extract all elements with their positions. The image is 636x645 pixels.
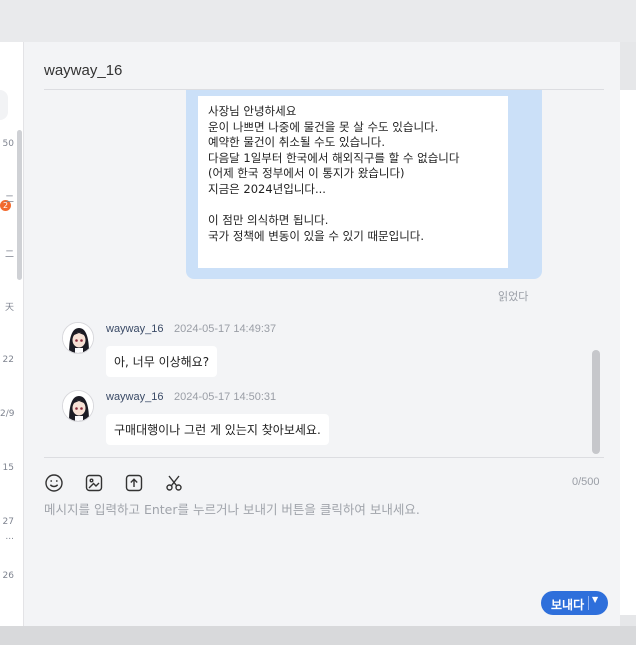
avatar[interactable] bbox=[62, 390, 94, 422]
composer-divider bbox=[44, 457, 604, 458]
list-item-fragment[interactable]: 26 bbox=[0, 571, 14, 581]
outgoing-message-card: 사장님 안녕하세요 운이 나쁘면 나중에 물건을 못 살 수도 있습니다. 예약… bbox=[198, 96, 508, 268]
list-bubble bbox=[0, 90, 8, 120]
scissors-icon[interactable] bbox=[164, 473, 184, 493]
upload-icon[interactable] bbox=[124, 473, 144, 493]
outgoing-message: 사장님 안녕하세요 운이 나쁘면 나중에 물건을 못 살 수도 있습니다. 예약… bbox=[186, 90, 542, 279]
message-line: 다음달 1일부터 한국에서 해외직구를 할 수 없습니다 bbox=[208, 150, 460, 165]
list-item-fragment[interactable]: 天 bbox=[0, 300, 14, 313]
incoming-message-bubble: 구매대행이나 그런 게 있는지 찾아보세요. bbox=[106, 414, 329, 445]
read-status: 읽었다 bbox=[498, 290, 529, 303]
message-line bbox=[208, 198, 498, 214]
conversation-list-strip: 50 2 二 二 天 22 2/9 15 27 ... 26 bbox=[0, 42, 24, 626]
send-button[interactable]: 보내다 ▼ bbox=[541, 591, 608, 615]
chat-title: wayway_16 bbox=[44, 62, 123, 79]
send-button-label: 보내다 bbox=[551, 598, 585, 612]
list-item-fragment[interactable]: 22 bbox=[0, 355, 14, 365]
message-line: (어제 한국 정부에서 이 통지가 왔습니다) bbox=[208, 166, 405, 181]
sender-name: wayway_16 bbox=[106, 391, 164, 403]
chat-window: wayway_16 사장님 안녕하세요 운이 나쁘면 나중에 물건을 못 살 수… bbox=[24, 42, 620, 626]
message-timestamp: 2024-05-17 14:50:31 bbox=[174, 391, 277, 403]
message-line: 운이 나쁘면 나중에 물건을 못 살 수도 있습니다. bbox=[208, 119, 439, 134]
bottom-bar bbox=[0, 626, 636, 645]
list-item-fragment[interactable]: 二 bbox=[0, 192, 14, 205]
avatar[interactable] bbox=[62, 322, 94, 354]
right-panel-edge bbox=[620, 90, 636, 615]
top-bar bbox=[0, 0, 636, 42]
message-line: 예약한 물건이 취소될 수도 있습니다. bbox=[208, 135, 385, 150]
message-timestamp: 2024-05-17 14:49:37 bbox=[174, 323, 277, 335]
list-item-fragment[interactable]: 50 bbox=[0, 139, 14, 149]
image-icon[interactable] bbox=[84, 473, 104, 493]
list-scrollbar[interactable] bbox=[17, 130, 22, 280]
list-item-fragment[interactable]: 二 bbox=[0, 247, 14, 260]
list-item-fragment[interactable]: 15 bbox=[0, 463, 14, 473]
list-item-fragment[interactable]: ... bbox=[0, 532, 14, 542]
message-list[interactable]: 사장님 안녕하세요 운이 나쁘면 나중에 물건을 못 살 수도 있습니다. 예약… bbox=[24, 90, 620, 457]
send-button-separator bbox=[588, 596, 589, 610]
message-line: 사장님 안녕하세요 bbox=[208, 104, 297, 118]
chat-header: wayway_16 bbox=[24, 42, 620, 90]
message-input[interactable]: 메시지를 입력하고 Enter를 누르거나 보내기 버튼을 클릭하여 보내세요. bbox=[44, 499, 420, 518]
message-line: 이 점만 의식하면 됩니다. bbox=[208, 213, 329, 228]
message-line: 국가 정책에 변동이 있을 수 있기 때문입니다. bbox=[208, 228, 425, 243]
character-counter: 0/500 bbox=[572, 476, 600, 488]
list-item-fragment[interactable]: 2/9 bbox=[0, 409, 14, 419]
list-item-fragment[interactable]: 27 bbox=[0, 517, 14, 527]
chevron-down-icon[interactable]: ▼ bbox=[592, 595, 598, 604]
message-scrollbar[interactable] bbox=[592, 350, 600, 454]
emoji-icon[interactable] bbox=[44, 473, 64, 493]
sender-name: wayway_16 bbox=[106, 323, 164, 335]
incoming-message-bubble: 아, 너무 이상해요? bbox=[106, 346, 218, 377]
message-line: 지금은 2024년입니다... bbox=[208, 181, 326, 196]
